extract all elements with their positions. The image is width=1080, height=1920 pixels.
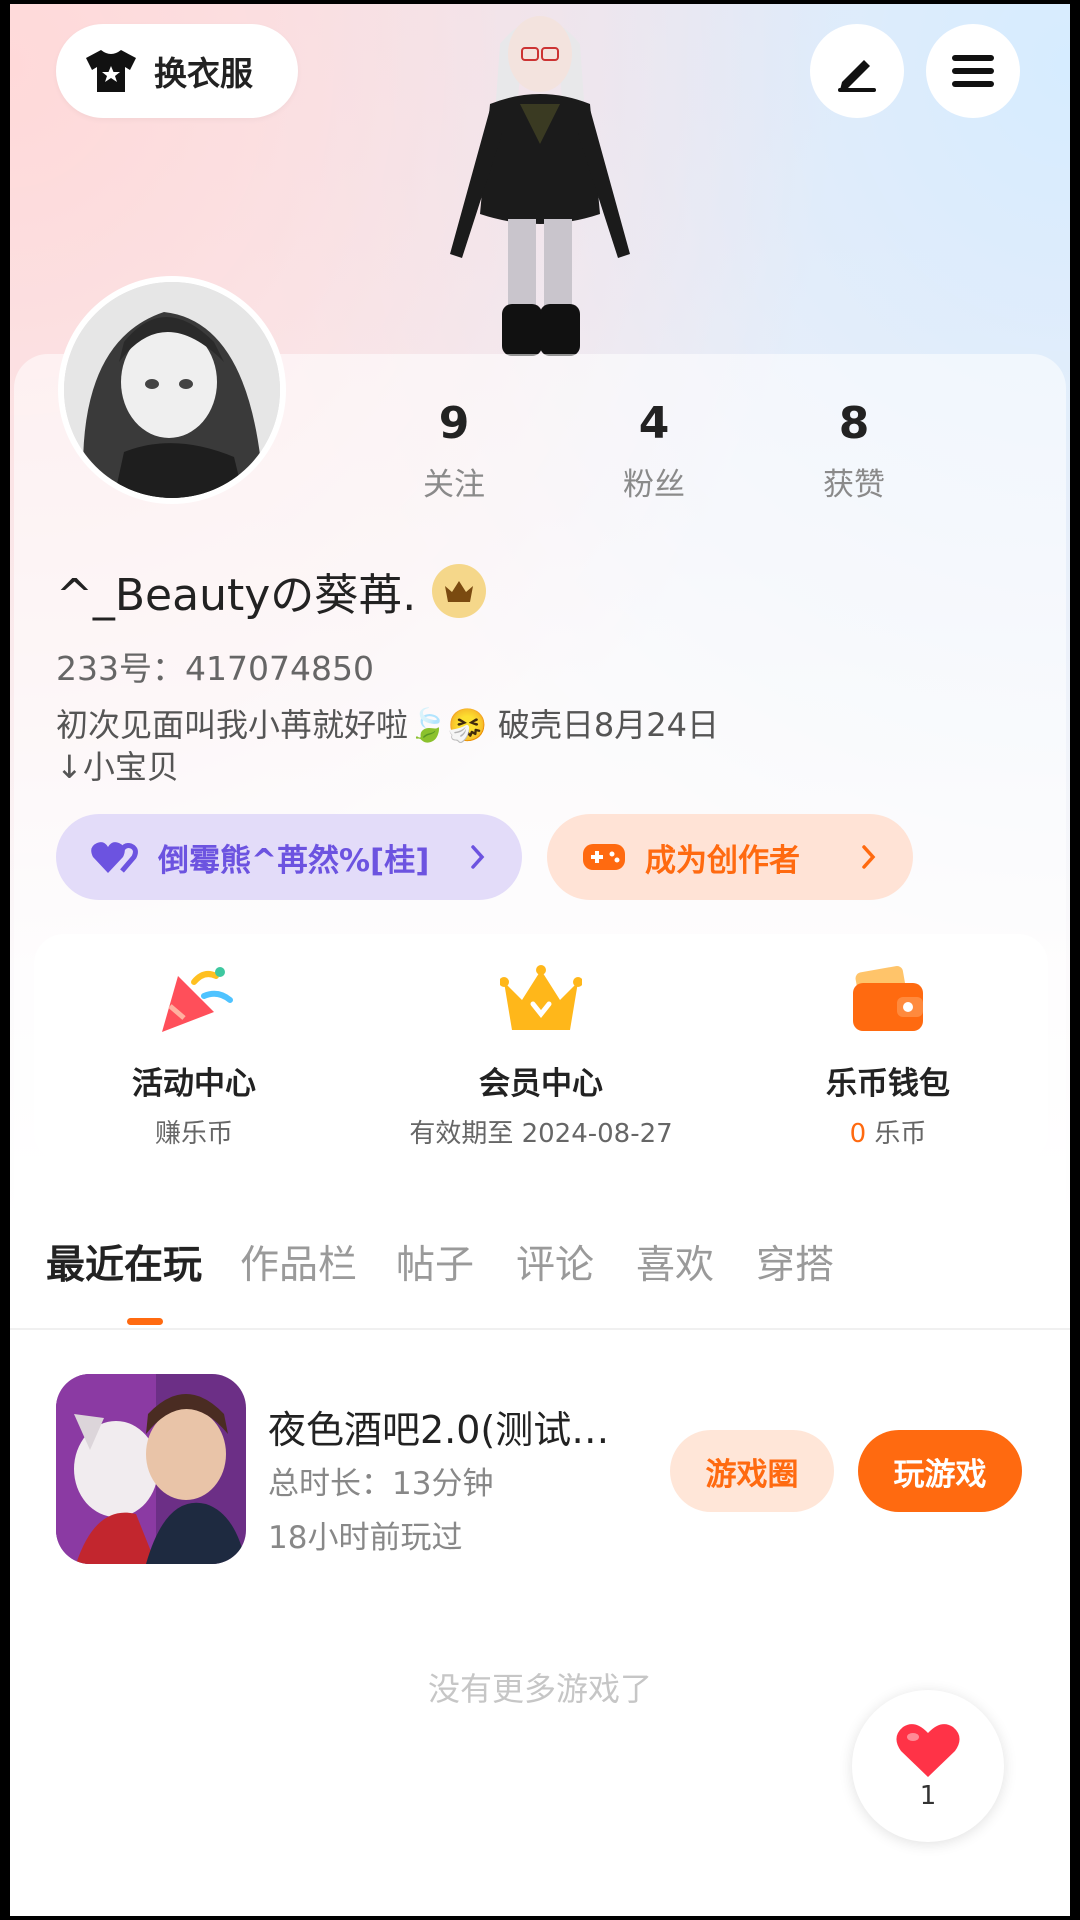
tab-works[interactable]: 作品栏	[240, 1234, 357, 1290]
game-circle-button[interactable]: 游戏圈	[670, 1430, 834, 1512]
following-count: 9	[438, 398, 470, 449]
likes-received-count: 8	[838, 398, 870, 449]
wallet-icon	[853, 966, 923, 1031]
tab-comments[interactable]: 评论	[516, 1234, 594, 1290]
coin-balance-value: 0	[849, 1119, 867, 1149]
following-label: 关注	[423, 467, 485, 503]
tshirt-icon	[86, 50, 136, 92]
vip-crown-badge[interactable]	[432, 564, 487, 618]
menu-button[interactable]	[926, 24, 1020, 118]
become-creator-label: 成为创作者	[645, 842, 800, 879]
activity-center-entry[interactable]: 活动中心 赚乐币	[34, 958, 354, 1150]
like-count: 1	[919, 1781, 937, 1811]
tab-likes[interactable]: 喜欢	[636, 1234, 714, 1290]
fan-group-pill[interactable]: 倒霉熊^苒然%[桂]	[56, 814, 522, 900]
vip-center-title: 会员中心	[479, 1066, 603, 1102]
tab-recently-played[interactable]: 最近在玩	[46, 1234, 202, 1290]
party-popper-icon	[162, 967, 233, 1032]
active-tab-indicator	[127, 1318, 163, 1325]
tab-divider	[10, 1328, 1070, 1330]
crown-icon	[500, 965, 582, 1030]
likes-received-label: 获赞	[823, 467, 885, 503]
stat-following[interactable]: 9 关注	[374, 399, 534, 504]
chevron-right-icon	[471, 845, 485, 869]
game-last-played: 18小时前玩过	[268, 1520, 463, 1556]
tab-posts[interactable]: 帖子	[396, 1234, 474, 1290]
user-id: 233号：417074850	[56, 649, 374, 688]
game-cover-image	[56, 1374, 246, 1564]
coin-wallet-title: 乐币钱包	[826, 1066, 950, 1102]
stat-likes[interactable]: 8 获赞	[774, 399, 934, 504]
coin-wallet-entry[interactable]: 乐币钱包 0 乐币	[728, 958, 1048, 1150]
app-frame: 换衣服 9 关注 4 粉丝 8 获赞 ^_Beautyの葵苒. 233号：417…	[10, 4, 1070, 1916]
fans-label: 粉丝	[623, 467, 685, 503]
nickname-row: ^_Beautyの葵苒.	[56, 559, 487, 623]
game-icon[interactable]	[56, 1374, 246, 1564]
bio-line-1: 初次见面叫我小苒就好啦🍃🤧 破壳日8月24日	[56, 706, 719, 744]
game-duration: 总时长：13分钟	[268, 1466, 494, 1502]
gamepad-icon	[583, 844, 625, 870]
quick-entry-card: 活动中心 赚乐币 会员中心 有效期至 2024-08-27 乐币钱包 0 乐币	[34, 934, 1048, 1162]
coin-balance: 0 乐币	[728, 1113, 1048, 1150]
edit-profile-button[interactable]	[810, 24, 904, 118]
change-outfit-button[interactable]: 换衣服	[56, 24, 298, 118]
stat-fans[interactable]: 4 粉丝	[574, 399, 734, 504]
character-3d-avatar[interactable]	[430, 4, 650, 356]
pen-icon	[838, 60, 876, 92]
activity-center-sub: 赚乐币	[154, 1119, 233, 1149]
tab-outfits[interactable]: 穿搭	[756, 1234, 834, 1290]
activity-center-title: 活动中心	[132, 1066, 256, 1102]
like-floating-button[interactable]: 1	[852, 1690, 1004, 1842]
vip-expiry: 有效期至 2024-08-27	[409, 1119, 673, 1149]
chevron-right-icon	[862, 845, 876, 869]
double-heart-icon	[91, 842, 138, 873]
coin-balance-unit: 乐币	[866, 1119, 927, 1149]
vip-center-entry[interactable]: 会员中心 有效期至 2024-08-27	[381, 958, 701, 1150]
avatar-image	[64, 282, 280, 498]
heart-icon	[896, 1724, 960, 1777]
crown-icon	[445, 581, 474, 602]
bio-line-2: ↓小宝贝	[56, 748, 179, 786]
fan-group-label: 倒霉熊^苒然%[桂]	[158, 842, 430, 879]
change-outfit-label: 换衣服	[154, 54, 253, 93]
play-game-button[interactable]: 玩游戏	[858, 1430, 1022, 1512]
nickname: ^_Beautyの葵苒.	[56, 570, 417, 621]
game-title[interactable]: 夜色酒吧2.0(测试…	[268, 1399, 648, 1454]
become-creator-pill[interactable]: 成为创作者	[547, 814, 913, 900]
avatar[interactable]	[58, 276, 286, 504]
bio: 初次见面叫我小苒就好啦🍃🤧 破壳日8月24日 ↓小宝贝	[56, 704, 836, 788]
hamburger-icon	[952, 55, 994, 87]
fans-count: 4	[638, 398, 670, 449]
